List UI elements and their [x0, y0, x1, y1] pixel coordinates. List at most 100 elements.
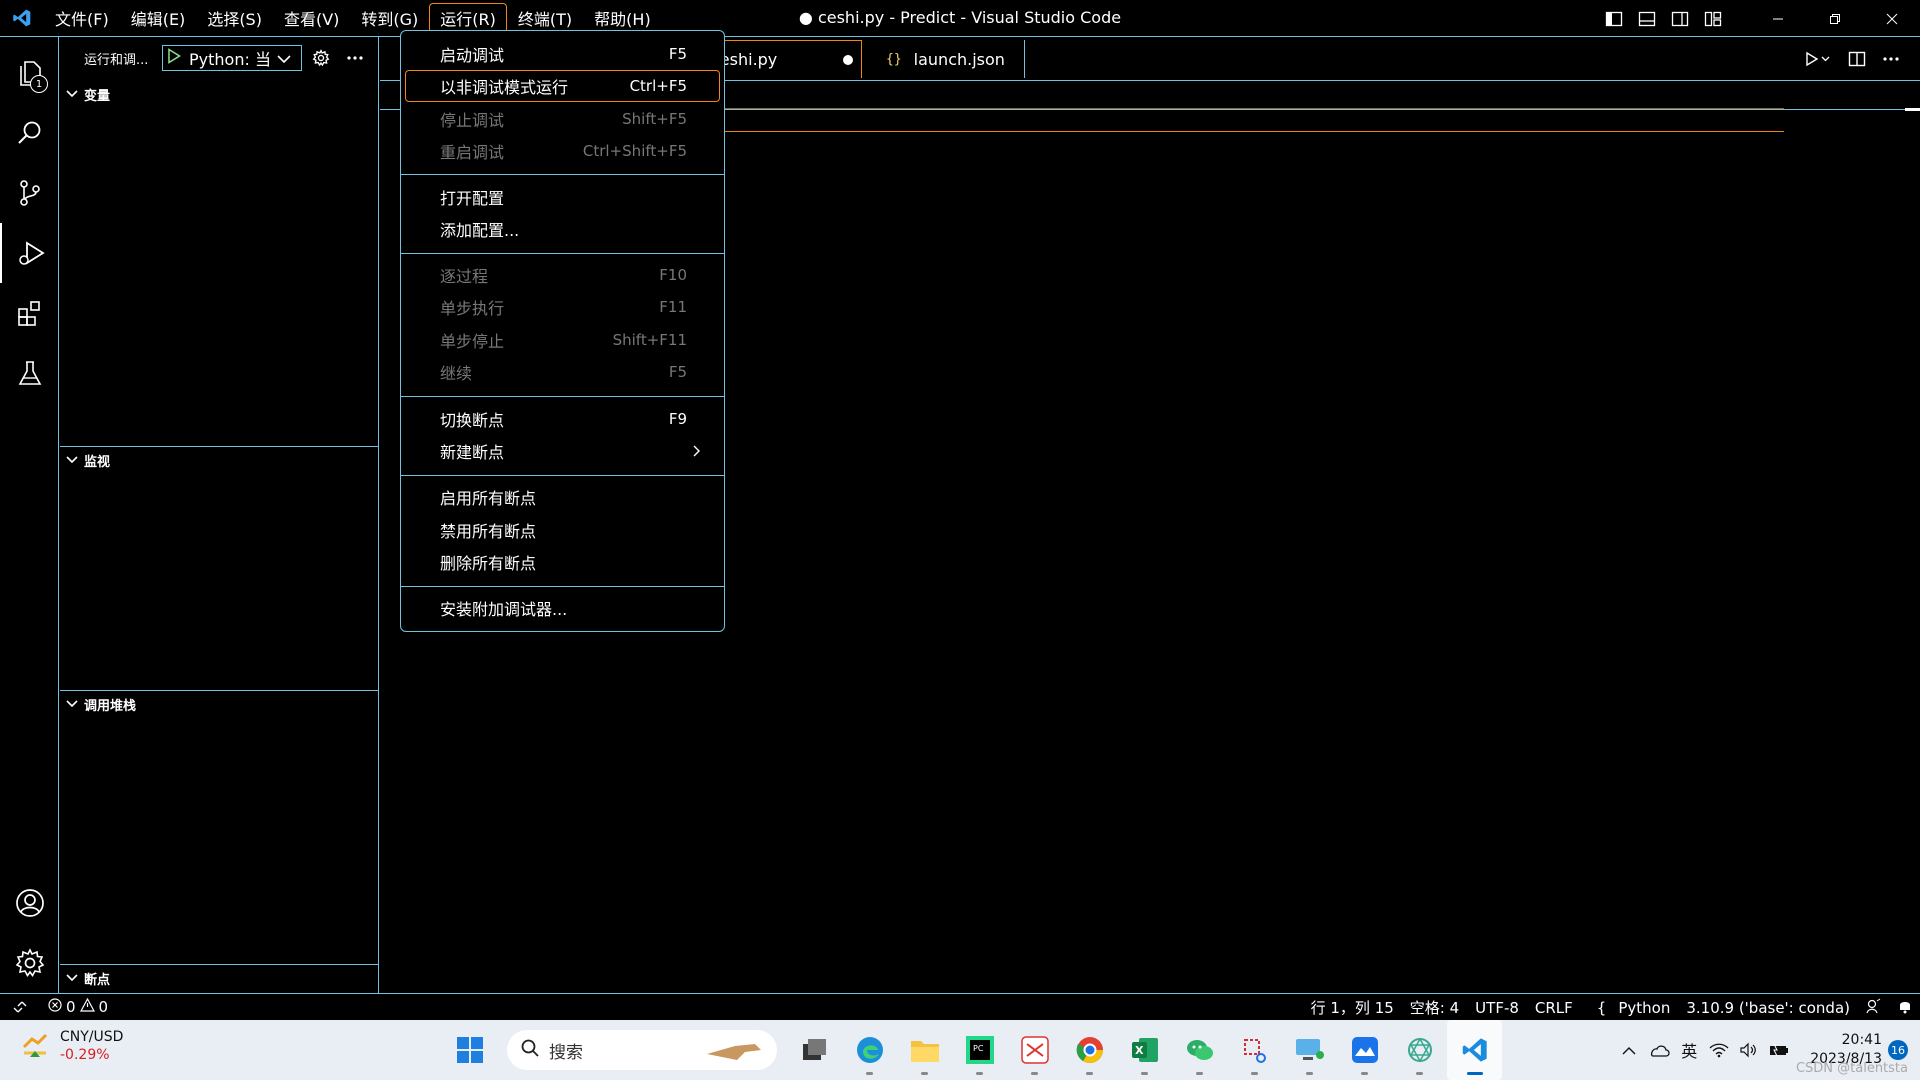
source-control-icon[interactable]: [0, 163, 59, 223]
task-view-icon[interactable]: [787, 1020, 842, 1080]
edge-browser-icon[interactable]: [842, 1020, 897, 1080]
menu-run[interactable]: 运行(R): [429, 3, 507, 33]
encoding[interactable]: UTF-8: [1467, 999, 1527, 1017]
search-placeholder: 搜索: [549, 1042, 583, 1063]
callstack-section-header[interactable]: 调用堆栈: [60, 691, 378, 717]
snipping-tool-icon[interactable]: [1227, 1020, 1282, 1080]
more-actions-icon[interactable]: [340, 45, 370, 71]
customize-layout-icon[interactable]: [1696, 0, 1729, 37]
status-bar: 0 0 行 1，列 15 空格: 4 UTF-8 CRLF { Python 3…: [0, 993, 1920, 1020]
menu-item-toggle-breakpoint[interactable]: 切换断点 F9: [405, 403, 720, 435]
menu-edit[interactable]: 编辑(E): [120, 3, 197, 33]
menu-item-install-debuggers[interactable]: 安装附加调试器...: [405, 592, 720, 624]
pycharm-icon[interactable]: PC: [952, 1020, 1007, 1080]
menu-item-run-without-debugging[interactable]: 以非调试模式运行 Ctrl+F5: [405, 70, 720, 102]
minimize-icon[interactable]: [1749, 0, 1806, 37]
run-and-debug-icon[interactable]: [0, 223, 59, 283]
show-hidden-icons-chevron-up-icon[interactable]: [1614, 1020, 1644, 1080]
taskbar-search-box[interactable]: 搜索: [507, 1030, 777, 1070]
remote-indicator-icon[interactable]: [0, 994, 40, 1021]
ime-language-indicator[interactable]: 英: [1674, 1020, 1704, 1080]
battery-charging-icon[interactable]: [1764, 1020, 1794, 1080]
close-window-icon[interactable]: [1863, 0, 1920, 37]
menu-view[interactable]: 查看(V): [273, 3, 350, 33]
menu-item-continue: 继续 F5: [405, 356, 720, 388]
notification-count-badge[interactable]: 16: [1888, 1040, 1908, 1060]
remote-desktop-icon[interactable]: [1282, 1020, 1337, 1080]
chrome-icon[interactable]: [1062, 1020, 1117, 1080]
toggle-primary-sidebar-icon[interactable]: [1597, 0, 1630, 37]
breakpoints-section-label: 断点: [84, 972, 111, 988]
notifications-bell-icon[interactable]: [1890, 998, 1920, 1018]
menu-item-label: 逐过程: [440, 267, 489, 286]
wechat-icon[interactable]: [1172, 1020, 1227, 1080]
debug-config-label: Python: 当: [189, 50, 271, 69]
menu-item-label: 重启调试: [440, 143, 505, 162]
search-icon[interactable]: [0, 103, 59, 163]
menu-item-start-debugging[interactable]: 启动调试 F5: [405, 38, 720, 70]
photos-app-icon[interactable]: [1337, 1020, 1392, 1080]
more-actions-icon[interactable]: [1874, 37, 1908, 81]
volume-icon[interactable]: [1734, 1020, 1764, 1080]
menu-item-remove-all-breakpoints[interactable]: 删除所有断点: [405, 546, 720, 578]
accounts-icon[interactable]: [0, 873, 59, 933]
menu-go[interactable]: 转到(G): [350, 3, 429, 33]
menu-item-disable-all-breakpoints[interactable]: 禁用所有断点: [405, 514, 720, 546]
chatgpt-icon[interactable]: [1392, 1020, 1447, 1080]
file-explorer-icon[interactable]: [897, 1020, 952, 1080]
explorer-icon[interactable]: 1: [0, 43, 59, 103]
toggle-panel-icon[interactable]: [1630, 0, 1663, 37]
title-bar: 文件(F) 编辑(E) 选择(S) 查看(V) 转到(G) 运行(R) 终端(T…: [0, 0, 1920, 37]
problems-indicator[interactable]: 0 0: [40, 997, 116, 1016]
menu-item-new-breakpoint[interactable]: 新建断点: [405, 435, 720, 467]
widgets-ticker[interactable]: CNY/USD -0.29%: [20, 1028, 123, 1064]
menu-item-shortcut: F5: [668, 363, 687, 381]
manage-gear-icon[interactable]: [0, 933, 59, 993]
split-editor-icon[interactable]: [1840, 37, 1874, 81]
variables-section-header[interactable]: 变量: [60, 81, 378, 107]
menu-item-label: 禁用所有断点: [440, 522, 537, 541]
feedback-icon[interactable]: [1858, 998, 1890, 1018]
excel-icon[interactable]: X: [1117, 1020, 1172, 1080]
toggle-secondary-sidebar-icon[interactable]: [1663, 0, 1696, 37]
vscode-taskbar-icon[interactable]: [1447, 1020, 1502, 1080]
end-of-line[interactable]: CRLF: [1527, 999, 1581, 1017]
menu-help[interactable]: 帮助(H): [583, 3, 662, 33]
menu-file[interactable]: 文件(F): [44, 3, 120, 33]
scrollbar-marker[interactable]: [1905, 108, 1920, 111]
indentation[interactable]: 空格: 4: [1402, 997, 1467, 1018]
menu-item-open-configurations[interactable]: 打开配置: [405, 181, 720, 213]
python-interpreter[interactable]: 3.10.9 ('base': conda): [1678, 999, 1858, 1017]
breakpoints-section-header[interactable]: 断点: [60, 965, 378, 991]
json-braces-icon: {}: [886, 51, 902, 67]
debug-settings-gear-icon[interactable]: [306, 45, 336, 71]
braces-icon: {: [1596, 998, 1607, 1017]
tab-launch-json[interactable]: {} launch.json: [870, 40, 1025, 78]
cursor-position[interactable]: 行 1，列 15: [1303, 997, 1402, 1018]
xmind-icon[interactable]: [1007, 1020, 1062, 1080]
menu-item-enable-all-breakpoints[interactable]: 启用所有断点: [405, 481, 720, 513]
language-mode[interactable]: { Python: [1581, 999, 1679, 1017]
onedrive-cloud-icon[interactable]: [1644, 1020, 1674, 1080]
tab-ceshi-py[interactable]: ceshi.py: [710, 40, 862, 78]
testing-flask-icon[interactable]: [0, 343, 59, 403]
unsaved-dot-icon[interactable]: [843, 55, 853, 65]
menu-item-shortcut: F5: [668, 45, 687, 63]
menu-terminal[interactable]: 终端(T): [507, 3, 583, 33]
search-highlight-illustration-icon: [705, 1038, 765, 1067]
menu-selection[interactable]: 选择(S): [196, 3, 273, 33]
extensions-icon[interactable]: [0, 283, 59, 343]
start-button-windows-icon[interactable]: [442, 1020, 497, 1080]
restore-icon[interactable]: [1806, 0, 1863, 37]
start-debugging-play-icon[interactable]: [167, 48, 181, 68]
current-line-highlight: [724, 131, 1784, 132]
search-icon: [521, 1039, 539, 1062]
menu-item-label: 启用所有断点: [440, 489, 537, 508]
menu-item-label: 启动调试: [440, 46, 505, 65]
watch-section-header[interactable]: 监视: [60, 447, 378, 473]
debug-config-select[interactable]: Python: 当: [162, 45, 302, 71]
run-python-file-icon[interactable]: [1796, 37, 1840, 81]
wifi-icon[interactable]: [1704, 1020, 1734, 1080]
menu-separator: [401, 396, 724, 397]
menu-item-add-configuration[interactable]: 添加配置...: [405, 213, 720, 245]
